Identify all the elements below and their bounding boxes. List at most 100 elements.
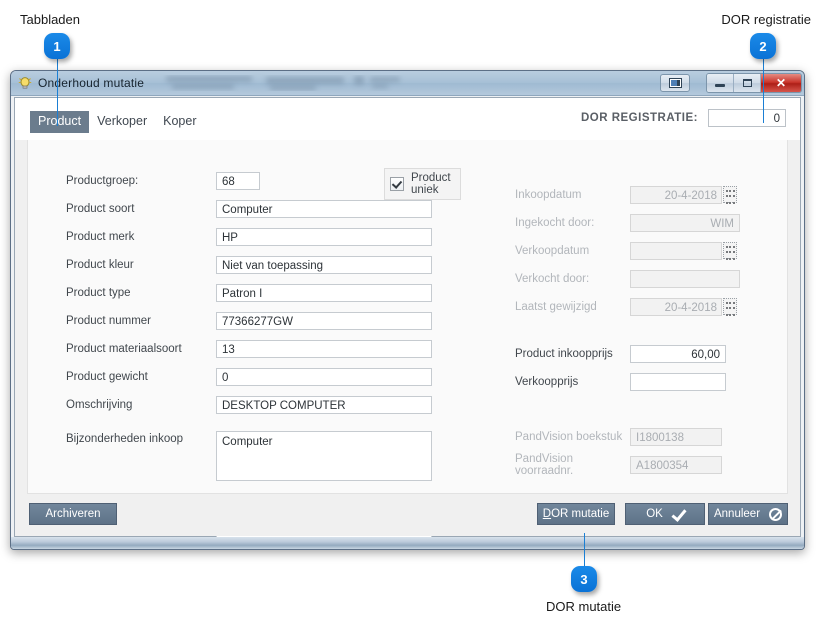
field-verkoopdatum-group	[630, 241, 737, 260]
field-inkoopdatum-input[interactable]: 20-4-2018	[630, 185, 722, 204]
field-product-inkoopprijs: Product inkoopprijs 60,00	[515, 341, 785, 366]
field-pandvision-boekstuk: PandVision boekstuk I1800138	[515, 424, 785, 449]
field-product-type: Product type Patron I	[66, 280, 461, 305]
button-bar: Archiveren DOR mutatie OK Annuleer	[15, 494, 800, 536]
annotation-label-1: Tabbladen	[20, 12, 80, 27]
calendar-icon[interactable]	[723, 298, 737, 316]
field-pandvision-voorraadnr-input[interactable]: A1800354	[630, 455, 722, 474]
field-verkoopdatum: Verkoopdatum	[515, 238, 785, 263]
field-verkoopprijs: Verkoopprijs	[515, 369, 785, 394]
field-laatst-gewijzigd-group: 20-4-2018	[630, 297, 737, 316]
field-product-materiaalsoort-input[interactable]: 13	[216, 339, 432, 358]
field-verkoopdatum-label: Verkoopdatum	[515, 244, 590, 257]
field-product-gewicht-input[interactable]: 0	[216, 367, 432, 386]
field-product-merk-input[interactable]: HP	[216, 227, 432, 246]
tab-product[interactable]: Product	[30, 111, 90, 133]
ok-button-label: OK	[646, 508, 663, 520]
field-productgroep-input[interactable]: 68	[216, 171, 260, 190]
minimize-button[interactable]	[707, 74, 734, 92]
window-footer	[11, 537, 804, 549]
field-omschrijving-input[interactable]: DESKTOP COMPUTER	[216, 395, 432, 414]
header-area: Product Verkoper Koper DOR REGISTRATIE: …	[15, 98, 800, 140]
window-tool-icon-button[interactable]	[660, 74, 690, 92]
field-productgroep: Productgroep: 68 Product uniek	[66, 168, 461, 200]
annotation-badge-2: 2	[750, 33, 776, 59]
field-product-nummer-label: Product nummer	[66, 314, 152, 327]
dor-mutatie-button-label: DOR mutatie	[542, 508, 610, 520]
checkbox-product-uniek[interactable]: Product uniek	[384, 168, 461, 200]
checkbox-product-uniek-label: Product uniek	[411, 172, 451, 196]
annotation-badge-1: 1	[44, 33, 70, 59]
tab-verkoper[interactable]: Verkoper	[89, 111, 155, 133]
window-tool-icon	[668, 78, 682, 88]
annotation-label-3: DOR mutatie	[546, 599, 622, 614]
field-product-kleur-label: Product kleur	[66, 258, 134, 271]
field-verkoopprijs-input[interactable]	[630, 372, 726, 391]
tab-koper[interactable]: Koper	[155, 111, 204, 133]
close-button[interactable]: ✕	[761, 74, 801, 92]
checkbox-product-uniek-box[interactable]	[390, 177, 404, 191]
title-bar[interactable]: Onderhoud mutatie ✕	[11, 71, 804, 96]
field-pandvision-boekstuk-label: PandVision boekstuk	[515, 430, 623, 443]
field-productgroep-label: Productgroep:	[66, 174, 139, 187]
leader-line-3	[584, 533, 585, 569]
tab-product-label: Product	[38, 114, 82, 128]
client-area: Product Verkoper Koper DOR REGISTRATIE: …	[14, 97, 801, 545]
field-bijzonderheden-inkoop-label: Bijzonderheden inkoop	[66, 433, 184, 445]
field-pandvision-boekstuk-input[interactable]: I1800138	[630, 427, 722, 446]
field-product-soort-input[interactable]: Computer	[216, 199, 432, 218]
right-column: Inkoopdatum 20-4-2018 Ingekocht door: WI…	[515, 182, 785, 480]
field-bijzonderheden-inkoop-textarea[interactable]: Computer	[216, 431, 432, 481]
maximize-button[interactable]	[734, 74, 761, 92]
tab-verkoper-label: Verkoper	[97, 114, 148, 128]
field-product-inkoopprijs-input[interactable]: 60,00	[630, 344, 726, 363]
field-inkoopdatum: Inkoopdatum 20-4-2018	[515, 182, 785, 207]
field-pandvision-voorraadnr-label: PandVision voorraadnr.	[515, 452, 574, 477]
field-verkocht-door: Verkocht door:	[515, 266, 785, 291]
dor-registratie-label: DOR REGISTRATIE:	[580, 112, 698, 124]
tab-koper-label: Koper	[163, 114, 197, 128]
field-inkoopdatum-group: 20-4-2018	[630, 185, 737, 204]
window-controls: ✕	[660, 73, 802, 93]
field-product-type-input[interactable]: Patron I	[216, 283, 432, 302]
field-inkoopdatum-label: Inkoopdatum	[515, 188, 582, 201]
field-ingekocht-door-input[interactable]: WIM	[630, 213, 740, 232]
field-pandvision-voorraadnr: PandVision voorraadnr. A1800354	[515, 452, 785, 477]
field-product-merk-label: Product merk	[66, 230, 135, 243]
dialog-window: Onderhoud mutatie ✕ Product Verkoper Kop…	[10, 70, 805, 550]
field-product-merk: Product merk HP	[66, 224, 461, 249]
field-bijzonderheden-inkoop: Bijzonderheden inkoop Computer	[66, 431, 461, 483]
check-icon	[672, 508, 684, 520]
field-verkoopdatum-input[interactable]	[630, 241, 722, 260]
field-verkoopprijs-label: Verkoopprijs	[515, 375, 579, 388]
field-verkocht-door-input[interactable]	[630, 269, 740, 288]
annotation-badge-3: 3	[571, 566, 597, 592]
field-product-inkoopprijs-label: Product inkoopprijs	[515, 347, 613, 360]
title-blurred-content	[158, 75, 654, 91]
field-omschrijving-label: Omschrijving	[66, 398, 133, 411]
ok-button[interactable]: OK	[625, 503, 705, 525]
dor-registratie-input[interactable]: 0	[708, 109, 786, 127]
annuleer-button[interactable]: Annuleer	[708, 503, 788, 525]
field-product-kleur: Product kleur Niet van toepassing	[66, 252, 461, 277]
field-laatst-gewijzigd-input[interactable]: 20-4-2018	[630, 297, 722, 316]
calendar-icon[interactable]	[723, 186, 737, 204]
close-icon: ✕	[775, 76, 787, 90]
field-product-gewicht: Product gewicht 0	[66, 364, 461, 389]
left-column: Productgroep: 68 Product uniek Product s…	[66, 168, 461, 549]
lightbulb-icon	[18, 76, 32, 90]
dor-mutatie-button[interactable]: DOR mutatie	[537, 503, 615, 525]
field-product-nummer-input[interactable]: 77366277GW	[216, 311, 432, 330]
maximize-icon	[742, 79, 752, 87]
window-title: Onderhoud mutatie	[38, 76, 145, 90]
annuleer-button-label: Annuleer	[713, 508, 761, 520]
field-ingekocht-door: Ingekocht door: WIM	[515, 210, 785, 235]
field-laatst-gewijzigd-label: Laatst gewijzigd	[515, 300, 597, 313]
field-omschrijving: Omschrijving DESKTOP COMPUTER	[66, 392, 461, 417]
field-laatst-gewijzigd: Laatst gewijzigd 20-4-2018	[515, 294, 785, 319]
archiveren-button[interactable]: Archiveren	[29, 503, 117, 525]
dor-registratie-group: DOR REGISTRATIE: 0	[581, 109, 786, 127]
field-product-kleur-input[interactable]: Niet van toepassing	[216, 255, 432, 274]
calendar-icon[interactable]	[723, 242, 737, 260]
leader-line-1	[57, 58, 58, 126]
